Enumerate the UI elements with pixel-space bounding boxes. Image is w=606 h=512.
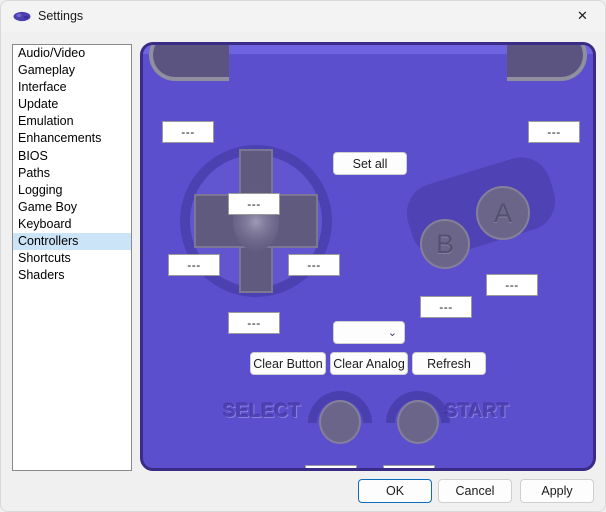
select-button-knob (319, 400, 361, 444)
binding-input-shoulder-r[interactable]: --- (528, 121, 580, 143)
face-button-b: B (420, 219, 470, 269)
binding-input-dpad-right[interactable]: --- (288, 254, 340, 276)
refresh-button[interactable]: Refresh (412, 352, 486, 375)
clear-button-button[interactable]: Clear Button (250, 352, 326, 375)
sidebar-item-audio-video[interactable]: Audio/Video (13, 45, 131, 62)
sidebar-item-logging[interactable]: Logging (13, 182, 131, 199)
binding-input-select[interactable]: --- (305, 465, 357, 468)
settings-window: Settings ✕ Audio/Video Gameplay Interfac… (0, 0, 606, 512)
binding-input-dpad-up[interactable]: --- (228, 193, 280, 215)
sidebar-item-interface[interactable]: Interface (13, 79, 131, 96)
start-label: START (445, 401, 510, 422)
chevron-down-icon: ⌄ (387, 326, 397, 339)
sidebar-item-keyboard[interactable]: Keyboard (13, 216, 131, 233)
shoulder-button-r (507, 45, 587, 81)
sidebar-item-bios[interactable]: BIOS (13, 148, 131, 165)
sidebar-item-emulation[interactable]: Emulation (13, 113, 131, 130)
face-button-a: A (476, 186, 530, 240)
sidebar-item-gameplay[interactable]: Gameplay (13, 62, 131, 79)
clear-analog-button[interactable]: Clear Analog (330, 352, 408, 375)
set-all-button[interactable]: Set all (333, 152, 407, 175)
cancel-button[interactable]: Cancel (438, 479, 512, 503)
sidebar-item-enhancements[interactable]: Enhancements (13, 130, 131, 147)
sidebar-item-paths[interactable]: Paths (13, 165, 131, 182)
start-button-knob (397, 400, 439, 444)
binding-input-button-a[interactable]: --- (486, 274, 538, 296)
sidebar-item-controllers[interactable]: Controllers (13, 233, 131, 251)
sidebar-item-shaders[interactable]: Shaders (13, 267, 131, 284)
binding-input-button-b[interactable]: --- (420, 296, 472, 318)
select-label: SELECT (223, 401, 301, 422)
sidebar-item-game-boy[interactable]: Game Boy (13, 199, 131, 216)
controller-device-select[interactable]: ⌄ (333, 321, 405, 344)
controller-diagram-panel: A B SELECT START --- --- --- --- --- ---… (140, 42, 596, 471)
binding-input-dpad-left[interactable]: --- (168, 254, 220, 276)
app-icon (13, 9, 31, 24)
window-title: Settings (38, 9, 84, 23)
settings-category-list[interactable]: Audio/Video Gameplay Interface Update Em… (12, 44, 132, 471)
apply-button[interactable]: Apply (520, 479, 594, 503)
binding-input-start[interactable]: --- (383, 465, 435, 468)
binding-input-dpad-down[interactable]: --- (228, 312, 280, 334)
sidebar-item-shortcuts[interactable]: Shortcuts (13, 250, 131, 267)
shoulder-button-l (149, 45, 229, 81)
title-bar: Settings ✕ (1, 1, 605, 32)
close-icon[interactable]: ✕ (560, 1, 605, 32)
binding-input-shoulder-l[interactable]: --- (162, 121, 214, 143)
ok-button[interactable]: OK (358, 479, 432, 503)
sidebar-item-update[interactable]: Update (13, 96, 131, 113)
